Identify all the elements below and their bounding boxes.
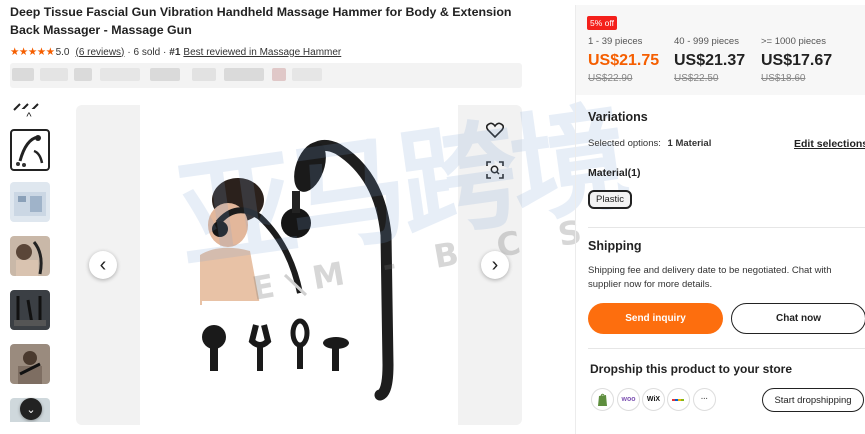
shipping-text: Shipping fee and delivery date to be neg… bbox=[588, 265, 832, 290]
thumbnail-up-arrow[interactable]: ^ bbox=[19, 109, 39, 125]
reviews-link[interactable]: (6 reviews) bbox=[75, 47, 124, 58]
sold-count: · 6 sold · bbox=[127, 46, 167, 58]
chevron-right-icon: › bbox=[491, 254, 499, 276]
edit-selections-link[interactable]: Edit selections bbox=[794, 138, 865, 150]
selected-options-label: Selected options: bbox=[588, 138, 661, 149]
product-photo bbox=[140, 105, 458, 425]
chevron-left-icon: ‹ bbox=[99, 254, 107, 276]
tier-price: US$17.67 bbox=[761, 52, 833, 69]
material-title: Material(1) bbox=[588, 167, 641, 179]
thumbnail-2[interactable] bbox=[10, 182, 50, 222]
material-option-plastic[interactable]: Plastic bbox=[588, 190, 632, 209]
chevron-up-icon: ^ bbox=[26, 111, 32, 123]
send-inquiry-button[interactable]: Send inquiry bbox=[588, 303, 723, 334]
start-dropshipping-button[interactable]: Start dropshipping bbox=[762, 388, 864, 412]
tier-qty: 40 - 999 pieces bbox=[674, 36, 739, 47]
divider bbox=[588, 348, 865, 349]
wix-icon[interactable]: WiX bbox=[642, 388, 665, 411]
price-tier-2: >= 1000 pieces US$17.67 US$18.60 bbox=[761, 36, 832, 84]
image-search-button[interactable] bbox=[482, 157, 508, 183]
thumbnail-strip: ^ ⌄ bbox=[8, 102, 54, 422]
chevron-down-icon: ⌄ bbox=[26, 403, 36, 416]
variations-title: Variations bbox=[588, 110, 648, 124]
shipping-title: Shipping bbox=[588, 239, 642, 253]
selected-options-value: 1 Material bbox=[667, 138, 712, 149]
price-box: 5% off 1 - 39 pieces US$21.75 US$22.90 4… bbox=[576, 5, 865, 95]
thumbnail-down-arrow[interactable]: ⌄ bbox=[20, 398, 42, 420]
rating-value: 5.0 bbox=[55, 46, 70, 58]
thumbnail-3[interactable] bbox=[10, 236, 50, 276]
dropship-title: Dropship this product to your store bbox=[590, 362, 793, 376]
ebay-icon[interactable] bbox=[667, 388, 690, 411]
discount-badge: 5% off bbox=[587, 16, 617, 30]
purchase-panel: 5% off 1 - 39 pieces US$21.75 US$22.90 4… bbox=[575, 5, 865, 434]
selected-options: Selected options: 1 Material bbox=[588, 138, 711, 149]
tier-qty: 1 - 39 pieces bbox=[588, 36, 643, 47]
wix-label: WiX bbox=[646, 396, 661, 403]
divider bbox=[588, 227, 865, 228]
rank-link[interactable]: Best reviewed in Massage Hammer bbox=[183, 47, 341, 58]
blurred-info-bar bbox=[10, 63, 522, 88]
tier-old-price: US$22.90 bbox=[588, 73, 633, 84]
woocommerce-icon[interactable]: woo bbox=[617, 388, 640, 411]
shopify-icon[interactable] bbox=[591, 388, 614, 411]
prev-image-button[interactable]: ‹ bbox=[89, 251, 117, 279]
thumbnail-5[interactable] bbox=[10, 344, 50, 384]
more-platforms-icon[interactable]: ··· bbox=[693, 388, 716, 411]
more-label: ··· bbox=[701, 396, 708, 403]
tier-old-price: US$18.60 bbox=[761, 73, 806, 84]
chat-now-button[interactable]: Chat now bbox=[731, 303, 865, 334]
star-rating-icons: ★★★★★ bbox=[10, 46, 55, 58]
price-tier-0: 1 - 39 pieces US$21.75 US$22.90 bbox=[588, 36, 659, 84]
tier-qty: >= 1000 pieces bbox=[761, 36, 826, 47]
tier-price: US$21.37 bbox=[674, 52, 746, 69]
image-search-icon bbox=[486, 161, 504, 179]
tier-old-price: US$22.50 bbox=[674, 73, 719, 84]
price-tier-1: 40 - 999 pieces US$21.37 US$22.50 bbox=[674, 36, 745, 84]
rank-badge: #1 bbox=[169, 46, 181, 58]
favorite-button[interactable] bbox=[482, 117, 508, 143]
thumbnail-1[interactable] bbox=[10, 129, 50, 171]
tier-price: US$21.75 bbox=[588, 52, 660, 69]
product-title: Deep Tissue Fascial Gun Vibration Handhe… bbox=[10, 5, 512, 37]
rating-row: ★★★★★ 5.0 (6 reviews) · 6 sold · #1 Best… bbox=[10, 46, 341, 58]
heart-icon bbox=[486, 122, 504, 138]
main-product-image[interactable]: ‹ › bbox=[76, 105, 522, 425]
next-image-button[interactable]: › bbox=[481, 251, 509, 279]
woo-label: woo bbox=[621, 396, 636, 403]
thumbnail-4[interactable] bbox=[10, 290, 50, 330]
